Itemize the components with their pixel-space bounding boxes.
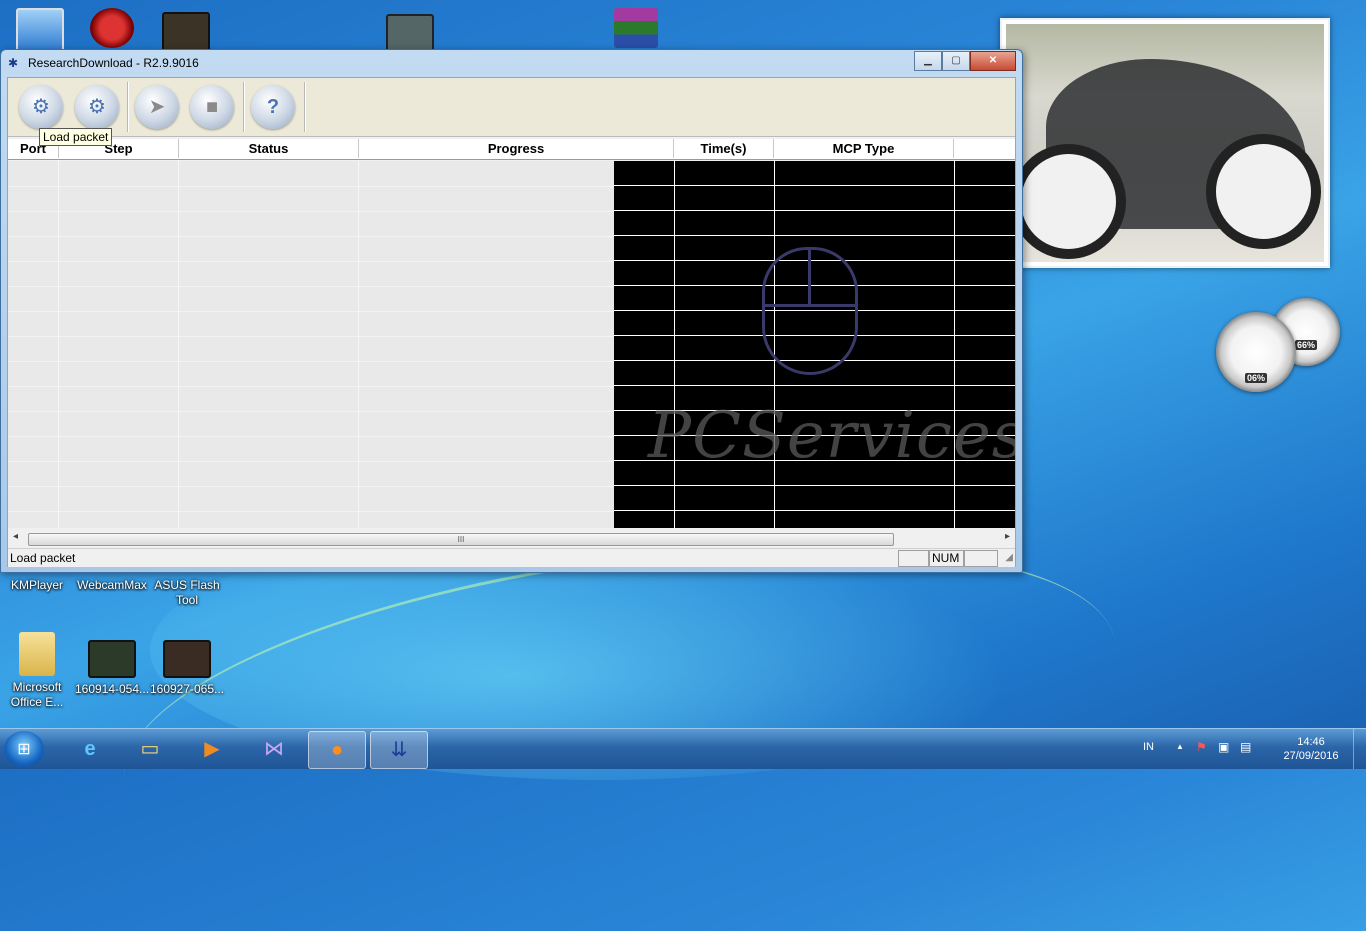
- folder-icon: [19, 632, 55, 676]
- windows-logo-icon: ⊞: [17, 741, 31, 758]
- research-download-window: ✱ ResearchDownload - R2.9.9016 ▁ ▢ ✕ ⚙ ⚙…: [0, 49, 1023, 573]
- video-file-icon: [88, 640, 136, 678]
- research-download-icon: ⇊: [390, 739, 408, 761]
- status-bar: Load packet NUM ◢: [8, 548, 1015, 567]
- taskbar-explorer[interactable]: ▭: [122, 731, 178, 767]
- column-header-mcp-type[interactable]: MCP Type: [774, 139, 954, 158]
- toolbar: ⚙ ⚙ ➤ ■ ?: [8, 78, 1015, 137]
- taskbar-media-player[interactable]: ▶: [184, 731, 240, 767]
- clock-date: 27/09/2016: [1283, 750, 1339, 762]
- memory-percent: 66%: [1294, 340, 1317, 350]
- help-icon: ?: [266, 96, 280, 118]
- clock-time: 14:46: [1297, 736, 1325, 748]
- window-title: ResearchDownload - R2.9.9016: [28, 56, 199, 70]
- stop-button[interactable]: ■: [190, 85, 234, 129]
- stop-icon: ■: [205, 96, 219, 118]
- window-client: ⚙ ⚙ ➤ ■ ? Load packet Port Step Status P…: [7, 77, 1016, 567]
- column-header-status[interactable]: Status: [179, 139, 359, 158]
- folder-icon: ▭: [140, 738, 160, 760]
- desktop-icon-label: Microsoft Office E...: [10, 680, 64, 709]
- desktop-icon-video-2[interactable]: 160927-065...: [147, 640, 227, 697]
- show-hidden-icons-icon[interactable]: ▲: [1176, 742, 1184, 751]
- media-player-icon: ▶: [204, 738, 220, 760]
- play-arrow-icon: ➤: [148, 96, 166, 118]
- status-panel-empty: [898, 550, 930, 567]
- status-panel-empty: [964, 550, 998, 567]
- start-button[interactable]: ➤: [135, 85, 179, 129]
- desktop-icon-label: ASUS Flash Tool: [154, 578, 220, 607]
- internet-explorer-icon: e: [84, 738, 96, 760]
- column-divider: [358, 161, 359, 528]
- taskbar: ⊞ e ▭ ▶ ⋈ ● ⇊ IN ▲ ⚑ ▣ ▤ 14:46 27/09/201…: [0, 728, 1366, 769]
- resize-grip-icon[interactable]: ◢: [1005, 552, 1013, 563]
- webcammax-app-icon[interactable]: [72, 8, 152, 52]
- scooter-photo: [1006, 24, 1324, 262]
- port-list[interactable]: PCServices: [8, 161, 1015, 528]
- network-icon[interactable]: ▤: [1240, 740, 1251, 754]
- column-divider: [58, 161, 59, 528]
- cpu-percent: 06%: [1244, 373, 1267, 383]
- desktop-icon-label: WebcamMax: [77, 578, 147, 592]
- show-desktop-button[interactable]: [1353, 729, 1366, 769]
- column-header-progress[interactable]: Progress: [359, 139, 674, 158]
- num-lock-indicator: NUM: [928, 550, 964, 567]
- scroll-left-icon[interactable]: ◂: [13, 531, 18, 542]
- maximize-button[interactable]: ▢: [942, 51, 970, 71]
- desktop-icon-label: KMPlayer: [10, 578, 63, 592]
- minimize-button[interactable]: ▁: [914, 51, 942, 71]
- desktop-icon-asus-flash-tool[interactable]: ASUS Flash Tool: [147, 578, 227, 608]
- load-packet-button[interactable]: ⚙: [19, 85, 63, 129]
- video-file-icon: [163, 640, 211, 678]
- slideshow-gadget[interactable]: [1000, 18, 1330, 268]
- desktop-icon-video-1[interactable]: 160914-054...: [72, 640, 152, 697]
- desktop-icon-label: 160914-054...: [74, 682, 150, 696]
- desktop-icon-label: 160927-065...: [149, 682, 225, 696]
- system-tray: IN ▲ ⚑ ▣ ▤ 14:46 27/09/2016: [1136, 729, 1366, 769]
- mouse-watermark-icon: [762, 247, 858, 375]
- action-center-icon[interactable]: ⚑: [1196, 740, 1207, 754]
- settings-button[interactable]: ⚙: [75, 85, 119, 129]
- watermark-text: PCServices: [648, 399, 1015, 473]
- taskbar-internet-explorer[interactable]: e: [62, 731, 118, 767]
- language-indicator[interactable]: IN: [1143, 741, 1154, 753]
- title-bar[interactable]: ✱ ResearchDownload - R2.9.9016 ▁ ▢ ✕: [1, 50, 1022, 76]
- desktop-icon-kmplayer[interactable]: KMPlayer: [0, 578, 77, 593]
- help-button[interactable]: ?: [251, 85, 295, 129]
- firefox-icon: ●: [330, 739, 344, 761]
- gears-icon: ⚙: [88, 96, 106, 118]
- taskbar-visual-studio[interactable]: ⋈: [246, 731, 302, 767]
- scroll-right-icon[interactable]: ▸: [1005, 531, 1010, 542]
- gear-icon: ⚙: [32, 96, 50, 118]
- tooltip: Load packet: [39, 128, 113, 146]
- list-header: Port Step Status Progress Time(s) MCP Ty…: [8, 139, 1015, 160]
- start-button[interactable]: ⊞: [4, 731, 44, 767]
- taskbar-firefox[interactable]: ●: [308, 731, 366, 769]
- app-icon: ✱: [8, 56, 19, 70]
- desktop-icon-office-folder[interactable]: Microsoft Office E...: [0, 632, 77, 710]
- horizontal-scrollbar[interactable]: ◂ III ▸: [8, 530, 1015, 547]
- close-button[interactable]: ✕: [970, 51, 1016, 71]
- cpu-gauge[interactable]: 06%: [1216, 312, 1296, 392]
- column-header-time[interactable]: Time(s): [674, 139, 774, 158]
- winrar-archive-icon[interactable]: [596, 8, 676, 52]
- taskbar-research-download[interactable]: ⇊: [370, 731, 428, 769]
- scrollbar-thumb[interactable]: III: [28, 533, 894, 546]
- usb-device-icon[interactable]: ▣: [1218, 740, 1229, 754]
- status-text: Load packet: [10, 551, 76, 565]
- desktop-icon-webcammax[interactable]: WebcamMax: [72, 578, 152, 593]
- column-divider: [178, 161, 179, 528]
- visual-studio-icon: ⋈: [264, 738, 284, 760]
- clock[interactable]: 14:46 27/09/2016: [1276, 735, 1346, 763]
